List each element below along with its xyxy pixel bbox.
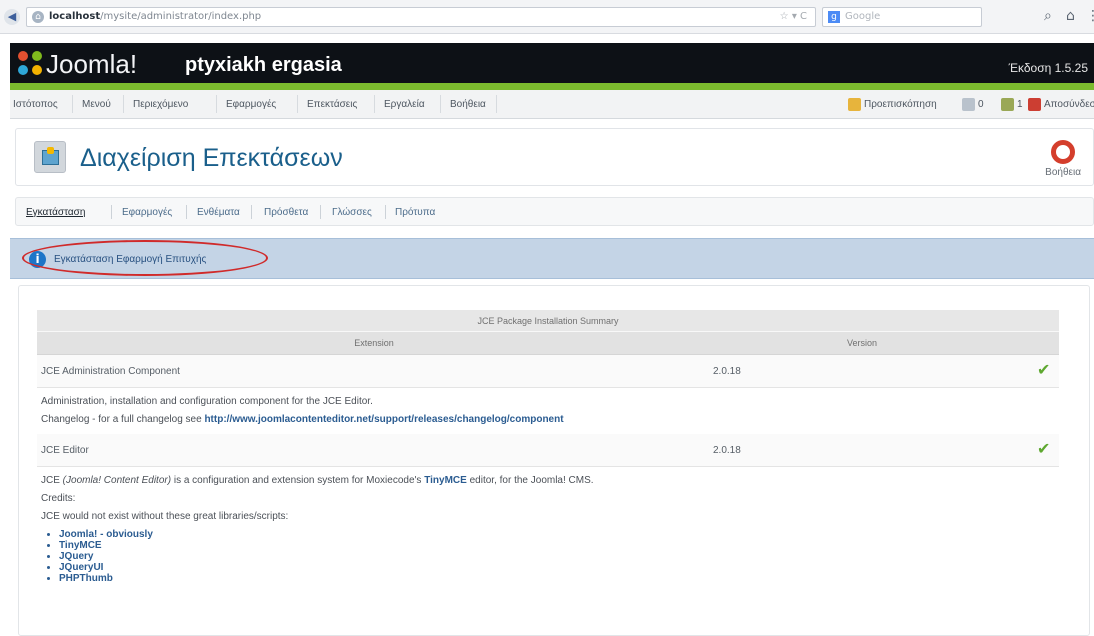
menu-icon[interactable]: ⋮ [1086,7,1094,25]
site-name: ptyxiakh ergasia [185,54,342,76]
highlight-ellipse [22,240,268,276]
preview-link[interactable]: Προεπισκόπηση [848,98,937,111]
menu-item-help[interactable]: Βοήθεια [450,99,486,110]
library-phpthumb-link[interactable]: PHPThumb [59,573,1055,584]
extension-version: 2.0.18 [713,445,741,456]
url-tools[interactable]: ☆ ▾ C [780,11,807,22]
library-joomla-link[interactable]: Joomla! - obviously [59,529,1055,540]
changelog-text: Changelog - for a full changelog see htt… [41,414,564,425]
menu-item-components[interactable]: Εφαρμογές [226,99,276,110]
joomla-header: Joomla! ptyxiakh ergasia Έκδοση 1.5.25 [10,43,1094,83]
editor-description: JCE (Joomla! Content Editor) is a config… [37,467,1059,586]
extension-name: JCE Editor [41,445,89,456]
tab-templates[interactable]: Πρότυπα [395,207,435,218]
search-icon[interactable]: ⌕ [1044,7,1062,25]
success-check-icon: ✔ [1037,362,1051,379]
logout-icon [1028,98,1041,111]
extension-name: JCE Administration Component [41,366,180,377]
address-bar[interactable]: ⌂ localhost/mysite/administrator/index.p… [26,7,816,27]
browser-toolbar: ◀ ⌂ localhost/mysite/administrator/index… [0,0,1094,34]
menu-item-menus[interactable]: Μενού [82,99,111,110]
installation-summary-table: JCE Package Installation Summary Extensi… [37,310,1059,586]
library-tinymce-link[interactable]: TinyMCE [59,540,1055,551]
tab-modules[interactable]: Ενθέματα [197,207,240,218]
google-icon: g [828,11,840,23]
version-column-header: Version [846,338,878,348]
site-identity-icon[interactable]: ⌂ [32,11,44,23]
menu-item-content[interactable]: Περιεχόμενο [133,99,188,110]
messages-icon [962,98,975,111]
libraries-list: Joomla! - obviously TinyMCE JQuery JQuer… [59,529,1055,584]
version-label: Έκδοση 1.5.25 [1008,61,1088,75]
tab-languages[interactable]: Γλώσσες [332,207,372,218]
help-button-label[interactable]: Βοήθεια [1045,167,1081,178]
library-jquery-link[interactable]: JQuery [59,551,1055,562]
table-row-component: JCE Administration Component 2.0.18 ✔ [37,355,1059,388]
extension-tabs: Εγκατάσταση Εφαρμογές Ενθέματα Πρόσθετα … [15,197,1094,226]
page-title-panel: Διαχείριση Επεκτάσεων Βοήθεια [15,128,1094,186]
menu-item-extensions[interactable]: Επεκτάσεις [307,99,357,110]
preview-icon [848,98,861,111]
users-icon [1001,98,1014,111]
menu-item-tools[interactable]: Εργαλεία [384,99,425,110]
admin-menu-bar: Ιστότοπος Μενού Περιεχόμενο Εφαρμογές Επ… [10,90,1094,119]
extension-version: 2.0.18 [713,366,741,377]
table-row-editor: JCE Editor 2.0.18 ✔ [37,434,1059,467]
editor-summary: JCE (Joomla! Content Editor) is a config… [41,475,594,486]
header-accent-line [10,83,1094,90]
changelog-link[interactable]: http://www.joomlacontenteditor.net/suppo… [204,414,563,425]
component-summary: Administration, installation and configu… [41,396,373,407]
summary-header-row: Extension Version [37,332,1059,355]
summary-title: JCE Package Installation Summary [37,310,1059,332]
libraries-intro: JCE would not exist without these great … [41,511,289,522]
tab-components[interactable]: Εφαρμογές [122,207,172,218]
installation-summary-panel: JCE Package Installation Summary Extensi… [18,285,1090,636]
back-arrow-icon[interactable]: ◀ [4,9,20,25]
url-text: localhost/mysite/administrator/index.php [49,11,262,22]
extension-column-header: Extension [354,338,394,348]
help-lifebuoy-icon[interactable] [1051,140,1075,164]
joomla-logo-text: Joomla! [46,49,138,79]
tab-plugins[interactable]: Πρόσθετα [264,207,308,218]
library-jqueryui-link[interactable]: JQueryUI [59,562,1055,573]
messages-status[interactable]: 0 [962,98,984,111]
logout-link[interactable]: Αποσύνδεση [1028,98,1094,111]
search-box[interactable]: g Google [822,7,982,27]
extension-manager-icon [34,141,66,173]
menu-item-site[interactable]: Ιστότοπος [13,99,58,110]
search-placeholder: Google [845,11,881,22]
users-status[interactable]: 1 [1001,98,1023,111]
component-description: Administration, installation and configu… [37,388,1059,434]
home-icon[interactable]: ⌂ [1066,7,1084,25]
tab-install[interactable]: Εγκατάσταση [26,207,85,218]
credits-label: Credits: [41,493,76,504]
success-check-icon: ✔ [1037,441,1051,458]
quick-status-area: Προεπισκόπηση 0 1 Αποσύνδεση [848,95,1094,115]
tinymce-link[interactable]: TinyMCE [424,475,467,486]
page-title: Διαχείριση Επεκτάσεων [80,144,343,172]
joomla-logo-icon [18,51,42,75]
